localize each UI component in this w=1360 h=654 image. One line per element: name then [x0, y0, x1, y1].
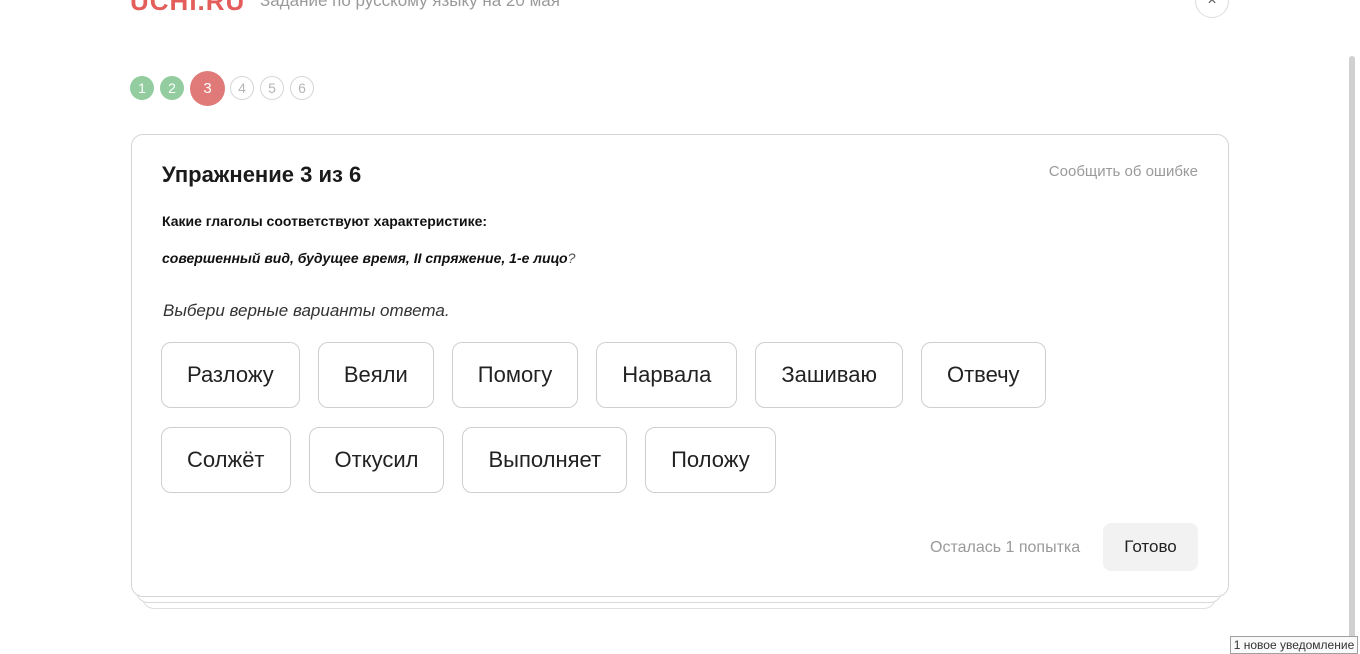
header: UCHI.RU Задание по русскому языку на 20 … [0, 0, 1360, 20]
step-1[interactable]: 1 [130, 76, 154, 100]
step-6[interactable]: 6 [290, 76, 314, 100]
options-row-1: Разложу Веяли Помогу Нарвала Зашиваю Отв… [161, 342, 1064, 408]
close-button[interactable]: × [1195, 0, 1229, 18]
question-text: Какие глаголы соответствуют характеристи… [162, 213, 488, 229]
step-4[interactable]: 4 [230, 76, 254, 100]
option-button[interactable]: Выполняет [462, 427, 628, 493]
option-button[interactable]: Отвечу [920, 342, 1046, 408]
characteristic-text: совершенный вид, будущее время, II спряж… [162, 250, 575, 266]
option-button[interactable]: Откусил [308, 427, 445, 493]
option-button[interactable]: Солжёт [161, 427, 291, 493]
progress-steps: 1 2 3 4 5 6 [130, 70, 320, 106]
scrollbar-thumb[interactable] [1349, 56, 1355, 646]
report-error-link[interactable]: Сообщить об ошибке [1049, 163, 1198, 180]
characteristic-main: совершенный вид, будущее время, II спряж… [162, 250, 568, 266]
close-icon: × [1207, 0, 1217, 9]
step-3[interactable]: 3 [190, 70, 225, 106]
exercise-card: Упражнение 3 из 6 Сообщить об ошибке Как… [131, 134, 1229, 597]
exercise-title: Упражнение 3 из 6 [162, 162, 362, 187]
options-row-2: Солжёт Откусил Выполняет Положу [161, 427, 794, 493]
notification-badge[interactable]: 1 новое уведомление [1230, 636, 1358, 654]
characteristic-end: ? [567, 250, 576, 266]
option-button[interactable]: Помогу [451, 342, 579, 408]
step-2[interactable]: 2 [160, 76, 184, 100]
attempts-remaining: Осталась 1 попытка [930, 539, 1081, 556]
scrollbar[interactable] [1345, 0, 1360, 654]
instruction-text: Выбери верные варианты ответа. [163, 301, 450, 320]
option-button[interactable]: Нарвала [596, 342, 738, 408]
option-button[interactable]: Разложу [161, 342, 300, 408]
done-button[interactable]: Готово [1103, 523, 1198, 571]
option-button[interactable]: Зашиваю [755, 342, 903, 408]
page: UCHI.RU Задание по русскому языку на 20 … [0, 0, 1360, 654]
logo[interactable]: UCHI.RU [130, 0, 245, 17]
step-5[interactable]: 5 [260, 76, 284, 100]
header-title: Задание по русскому языку на 20 мая [260, 0, 560, 10]
option-button[interactable]: Веяли [317, 342, 434, 408]
option-button[interactable]: Положу [645, 427, 776, 493]
